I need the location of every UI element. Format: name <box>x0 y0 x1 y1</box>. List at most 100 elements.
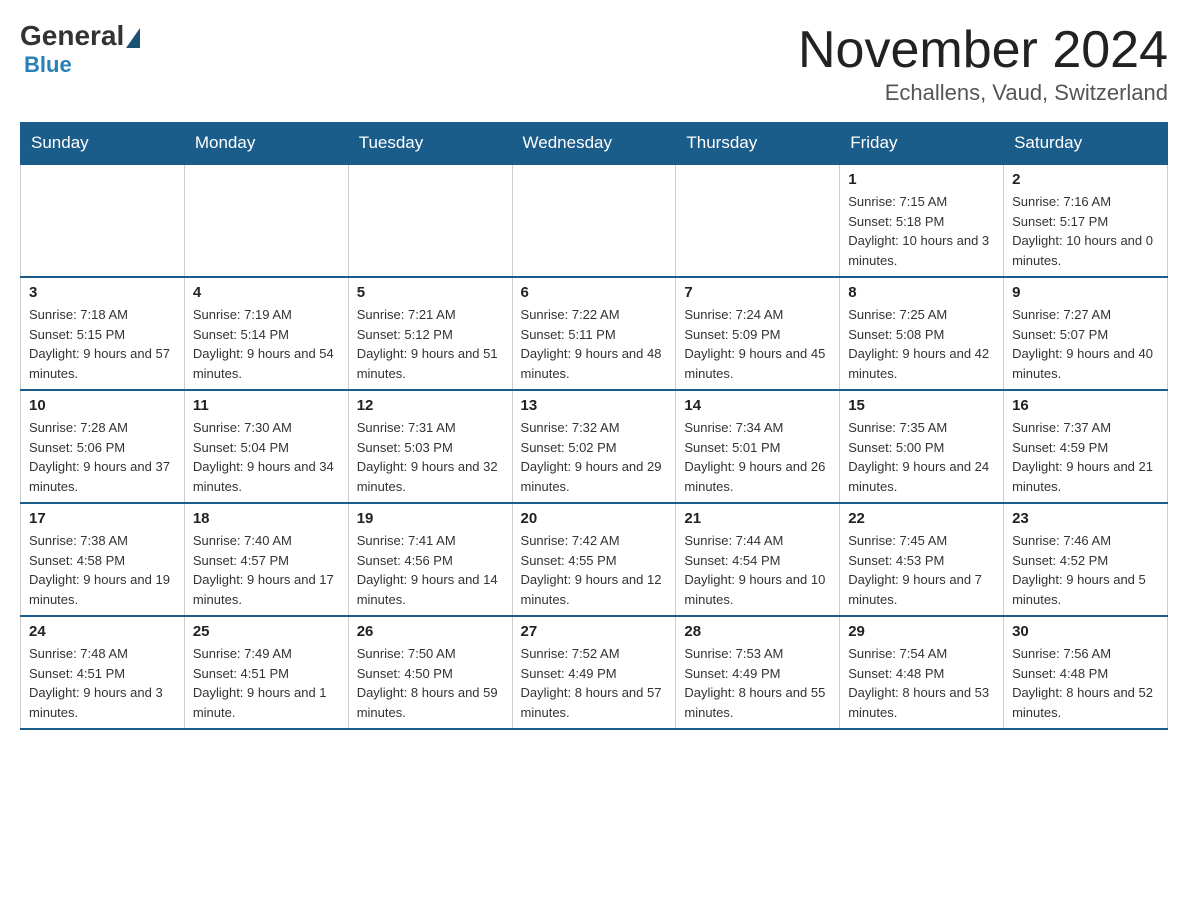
day-of-week-header: Sunday <box>21 123 185 165</box>
day-info: Sunrise: 7:48 AMSunset: 4:51 PMDaylight:… <box>29 644 176 722</box>
day-info: Sunrise: 7:24 AMSunset: 5:09 PMDaylight:… <box>684 305 831 383</box>
day-number: 27 <box>521 623 668 640</box>
calendar-cell: 23Sunrise: 7:46 AMSunset: 4:52 PMDayligh… <box>1004 503 1168 616</box>
calendar-cell: 17 Sunrise: 7:38 AMSunset: 4:58 PMDayligh… <box>21 503 185 616</box>
day-info: Sunrise: 7:42 AMSunset: 4:55 PMDaylight:… <box>521 531 668 609</box>
calendar-cell: 7 Sunrise: 7:24 AMSunset: 5:09 PMDaylight… <box>676 277 840 390</box>
day-number: 17 <box>29 510 176 527</box>
day-number: 11 <box>193 397 340 414</box>
day-number: 30 <box>1012 623 1159 640</box>
calendar-cell: 27 Sunrise: 7:52 AMSunset: 4:49 PMDayligh… <box>512 616 676 729</box>
calendar-subtitle: Echallens, Vaud, Switzerland <box>798 80 1168 106</box>
day-info: Sunrise: 7:15 AMSunset: 5:18 PMDaylight:… <box>848 192 995 270</box>
calendar-cell: 25Sunrise: 7:49 AMSunset: 4:51 PMDayligh… <box>184 616 348 729</box>
day-info: Sunrise: 7:38 AMSunset: 4:58 PMDaylight:… <box>29 531 176 609</box>
day-number: 21 <box>684 510 831 527</box>
calendar-cell: 28 Sunrise: 7:53 AMSunset: 4:49 PMDayligh… <box>676 616 840 729</box>
calendar-title: November 2024 <box>798 20 1168 80</box>
day-info: Sunrise: 7:16 AMSunset: 5:17 PMDaylight:… <box>1012 192 1159 270</box>
day-info: Sunrise: 7:18 AMSunset: 5:15 PMDaylight:… <box>29 305 176 383</box>
day-number: 28 <box>684 623 831 640</box>
day-number: 22 <box>848 510 995 527</box>
day-number: 25 <box>193 623 340 640</box>
day-info: Sunrise: 7:34 AMSunset: 5:01 PMDaylight:… <box>684 418 831 496</box>
day-of-week-header: Monday <box>184 123 348 165</box>
calendar-cell: 6 Sunrise: 7:22 AMSunset: 5:11 PMDaylight… <box>512 277 676 390</box>
calendar-cell: 15Sunrise: 7:35 AMSunset: 5:00 PMDayligh… <box>840 390 1004 503</box>
calendar-cell: 5 Sunrise: 7:21 AMSunset: 5:12 PMDaylight… <box>348 277 512 390</box>
calendar-cell <box>184 164 348 277</box>
calendar-cell: 19 Sunrise: 7:41 AMSunset: 4:56 PMDayligh… <box>348 503 512 616</box>
calendar-cell: 26Sunrise: 7:50 AMSunset: 4:50 PMDayligh… <box>348 616 512 729</box>
calendar-cell: 8Sunrise: 7:25 AMSunset: 5:08 PMDaylight… <box>840 277 1004 390</box>
calendar-week-row: 10Sunrise: 7:28 AMSunset: 5:06 PMDayligh… <box>21 390 1168 503</box>
calendar-cell: 1Sunrise: 7:15 AMSunset: 5:18 PMDaylight… <box>840 164 1004 277</box>
day-number: 26 <box>357 623 504 640</box>
day-info: Sunrise: 7:37 AMSunset: 4:59 PMDaylight:… <box>1012 418 1159 496</box>
calendar-cell: 10Sunrise: 7:28 AMSunset: 5:06 PMDayligh… <box>21 390 185 503</box>
calendar-cell: 16 Sunrise: 7:37 AMSunset: 4:59 PMDayligh… <box>1004 390 1168 503</box>
calendar-cell: 3 Sunrise: 7:18 AMSunset: 5:15 PMDaylight… <box>21 277 185 390</box>
logo: General Blue <box>20 20 140 78</box>
calendar-cell: 4 Sunrise: 7:19 AMSunset: 5:14 PMDaylight… <box>184 277 348 390</box>
calendar-cell: 12 Sunrise: 7:31 AMSunset: 5:03 PMDayligh… <box>348 390 512 503</box>
calendar-table: SundayMondayTuesdayWednesdayThursdayFrid… <box>20 122 1168 730</box>
calendar-cell: 2 Sunrise: 7:16 AMSunset: 5:17 PMDaylight… <box>1004 164 1168 277</box>
day-info: Sunrise: 7:21 AMSunset: 5:12 PMDaylight:… <box>357 305 504 383</box>
day-number: 2 <box>1012 171 1159 188</box>
calendar-cell: 29 Sunrise: 7:54 AMSunset: 4:48 PMDayligh… <box>840 616 1004 729</box>
logo-blue: Blue <box>24 52 72 78</box>
day-info: Sunrise: 7:35 AMSunset: 5:00 PMDaylight:… <box>848 418 995 496</box>
logo-general: General <box>20 20 124 52</box>
day-info: Sunrise: 7:28 AMSunset: 5:06 PMDaylight:… <box>29 418 176 496</box>
day-info: Sunrise: 7:31 AMSunset: 5:03 PMDaylight:… <box>357 418 504 496</box>
day-number: 18 <box>193 510 340 527</box>
day-of-week-header: Tuesday <box>348 123 512 165</box>
day-info: Sunrise: 7:22 AMSunset: 5:11 PMDaylight:… <box>521 305 668 383</box>
calendar-cell <box>21 164 185 277</box>
day-info: Sunrise: 7:44 AMSunset: 4:54 PMDaylight:… <box>684 531 831 609</box>
day-number: 9 <box>1012 284 1159 301</box>
day-number: 5 <box>357 284 504 301</box>
day-number: 6 <box>521 284 668 301</box>
day-of-week-header: Wednesday <box>512 123 676 165</box>
day-of-week-header: Thursday <box>676 123 840 165</box>
calendar-week-row: 1Sunrise: 7:15 AMSunset: 5:18 PMDaylight… <box>21 164 1168 277</box>
day-of-week-header: Friday <box>840 123 1004 165</box>
calendar-cell <box>348 164 512 277</box>
day-info: Sunrise: 7:30 AMSunset: 5:04 PMDaylight:… <box>193 418 340 496</box>
day-number: 8 <box>848 284 995 301</box>
day-number: 19 <box>357 510 504 527</box>
calendar-cell <box>512 164 676 277</box>
day-number: 3 <box>29 284 176 301</box>
day-info: Sunrise: 7:53 AMSunset: 4:49 PMDaylight:… <box>684 644 831 722</box>
calendar-cell: 11 Sunrise: 7:30 AMSunset: 5:04 PMDayligh… <box>184 390 348 503</box>
calendar-cell: 24Sunrise: 7:48 AMSunset: 4:51 PMDayligh… <box>21 616 185 729</box>
calendar-cell: 22 Sunrise: 7:45 AMSunset: 4:53 PMDayligh… <box>840 503 1004 616</box>
calendar-week-row: 24Sunrise: 7:48 AMSunset: 4:51 PMDayligh… <box>21 616 1168 729</box>
day-number: 7 <box>684 284 831 301</box>
calendar-cell: 21 Sunrise: 7:44 AMSunset: 4:54 PMDayligh… <box>676 503 840 616</box>
day-number: 13 <box>521 397 668 414</box>
day-number: 14 <box>684 397 831 414</box>
day-info: Sunrise: 7:32 AMSunset: 5:02 PMDaylight:… <box>521 418 668 496</box>
day-number: 29 <box>848 623 995 640</box>
day-number: 4 <box>193 284 340 301</box>
day-info: Sunrise: 7:54 AMSunset: 4:48 PMDaylight:… <box>848 644 995 722</box>
calendar-week-row: 17 Sunrise: 7:38 AMSunset: 4:58 PMDayligh… <box>21 503 1168 616</box>
day-number: 12 <box>357 397 504 414</box>
calendar-header-row: SundayMondayTuesdayWednesdayThursdayFrid… <box>21 123 1168 165</box>
day-info: Sunrise: 7:27 AMSunset: 5:07 PMDaylight:… <box>1012 305 1159 383</box>
day-info: Sunrise: 7:40 AMSunset: 4:57 PMDaylight:… <box>193 531 340 609</box>
calendar-cell: 20Sunrise: 7:42 AMSunset: 4:55 PMDayligh… <box>512 503 676 616</box>
calendar-cell: 30Sunrise: 7:56 AMSunset: 4:48 PMDayligh… <box>1004 616 1168 729</box>
day-info: Sunrise: 7:52 AMSunset: 4:49 PMDaylight:… <box>521 644 668 722</box>
day-info: Sunrise: 7:45 AMSunset: 4:53 PMDaylight:… <box>848 531 995 609</box>
logo-triangle-icon <box>126 28 140 48</box>
calendar-cell: 13 Sunrise: 7:32 AMSunset: 5:02 PMDayligh… <box>512 390 676 503</box>
calendar-week-row: 3 Sunrise: 7:18 AMSunset: 5:15 PMDaylight… <box>21 277 1168 390</box>
day-info: Sunrise: 7:41 AMSunset: 4:56 PMDaylight:… <box>357 531 504 609</box>
calendar-cell <box>676 164 840 277</box>
day-info: Sunrise: 7:19 AMSunset: 5:14 PMDaylight:… <box>193 305 340 383</box>
day-number: 16 <box>1012 397 1159 414</box>
